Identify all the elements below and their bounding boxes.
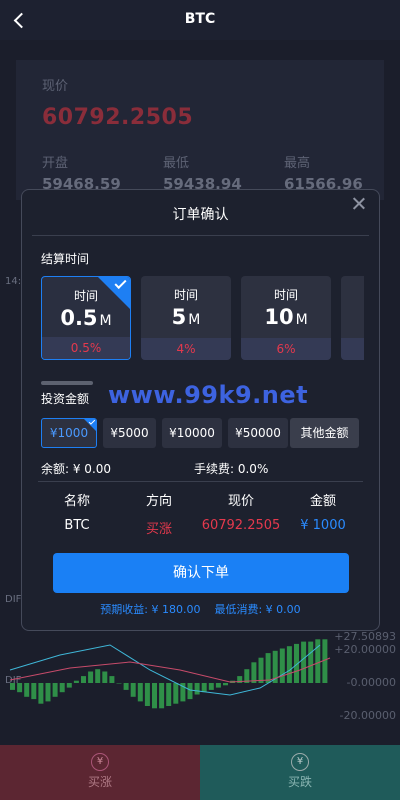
close-icon[interactable] [351, 196, 367, 212]
order-price: 60792.2505 [201, 518, 281, 533]
amount-5000-button[interactable]: ¥5000 [103, 418, 156, 448]
macd-bar [201, 683, 207, 693]
col-price-header: 现价 [227, 494, 254, 509]
high-stat: 最高 61566.96 [284, 152, 394, 193]
time-card-label: 时间 [273, 288, 298, 302]
col-name-header: 名称 [63, 494, 90, 509]
macd-bar [187, 683, 193, 700]
time-card-value: 5M [171, 305, 201, 329]
order-name: BTC [64, 518, 90, 533]
low-label: 最低 [163, 156, 190, 171]
time-card-rate: 6% [241, 338, 331, 360]
macd-bar [17, 683, 23, 693]
buy-up-button[interactable]: ¥ 买涨 [0, 745, 200, 800]
macd-bar [208, 683, 214, 690]
amount-label: 投资金额 [41, 392, 90, 406]
time-card-rate [341, 338, 364, 360]
currency-icon: ¥ [291, 753, 309, 771]
page-title: BTC [184, 11, 216, 27]
order-amount: ¥ 1000 [300, 518, 346, 533]
macd-bar [265, 653, 271, 683]
open-label: 开盘 [42, 156, 69, 171]
price-panel: 现价 60792.2505 开盘 59468.59 最低 59438.94 最高… [16, 60, 384, 200]
time-card-label: 时间 [173, 288, 198, 302]
macd-bar [38, 683, 44, 704]
time-card-value: 0.5 M [60, 306, 112, 330]
macd-bar [223, 683, 228, 686]
macd-bar [144, 683, 150, 706]
time-card-more[interactable] [341, 276, 364, 360]
buy-down-label: 买跌 [287, 775, 312, 789]
macd-bar [81, 676, 86, 683]
macd-bar [88, 671, 94, 683]
divider [32, 235, 369, 236]
currency-icon: ¥ [91, 753, 109, 771]
amount-50000-button[interactable]: ¥50000 [228, 418, 288, 448]
macd-bar [102, 671, 108, 683]
dialog-title: 订单确认 [172, 207, 229, 223]
confirm-order-button[interactable]: 确认下单 [53, 553, 349, 593]
macd-bar [109, 676, 115, 683]
macd-bar [215, 683, 221, 688]
fee-text: 手续费: 0.0% [194, 462, 269, 476]
macd-bar [116, 683, 122, 684]
scroll-indicator [41, 381, 93, 385]
col-amount-header: 金额 [309, 494, 336, 509]
macd-bar [31, 683, 37, 700]
min-spend: 最低消费: ¥ 0.00 [214, 603, 301, 616]
time-card-5m[interactable]: 时间 5M 4% [141, 276, 231, 360]
time-card-10m[interactable]: 时间 10 M 6% [241, 276, 331, 360]
time-card-rate: 0.5% [42, 337, 130, 359]
macd-bar [45, 683, 51, 702]
price-label: 现价 [42, 79, 69, 94]
amount-options: ¥1000 ¥5000 ¥10000 ¥50000 其他金额 [41, 418, 371, 448]
macd-bar [166, 683, 172, 706]
expected-income: 预期收益: ¥ 180.00 [100, 603, 201, 616]
macd-bar [159, 683, 165, 709]
buy-down-button[interactable]: ¥ 买跌 [200, 745, 400, 800]
low-stat: 最低 59438.94 [163, 152, 273, 193]
macd-bar [258, 657, 264, 683]
macd-bar [279, 648, 285, 683]
time-card-list[interactable]: 时间 0.5 M 0.5% 时间 5M 4% 时间 10 M 6% [41, 276, 364, 360]
macd-bar [251, 662, 257, 683]
header-bar: BTC [0, 0, 400, 40]
order-direction: 买涨 [145, 522, 172, 537]
macd-bar [308, 641, 314, 683]
macd-bar [73, 680, 79, 683]
time-card-value: 10 M [264, 305, 308, 329]
time-card-rate: 4% [141, 338, 231, 360]
macd-bar [301, 641, 307, 683]
other-amount-button[interactable]: 其他金额 [290, 418, 359, 448]
open-stat: 开盘 59468.59 [42, 152, 152, 193]
settle-time-label: 结算时间 [41, 252, 90, 266]
order-summary: 预期收益: ¥ 180.00 最低消费: ¥ 0.00 [22, 601, 379, 617]
divider [38, 481, 363, 482]
current-price: 60792.2505 [42, 105, 194, 130]
time-card-label: 时间 [73, 289, 98, 303]
macd-bar [152, 683, 157, 709]
macd-bar [286, 646, 292, 683]
macd-bar [10, 683, 15, 690]
watermark-text: www.99k9.net [108, 381, 309, 409]
time-card-0.5m[interactable]: 时间 0.5 M 0.5% [41, 276, 131, 360]
amount-1000-button[interactable]: ¥1000 [41, 418, 97, 448]
balance-text: 余额: ¥ 0.00 [41, 462, 112, 476]
macd-bar [66, 683, 72, 688]
macd-bar [173, 683, 179, 704]
macd-bar [123, 683, 129, 690]
bottom-bar: ¥ 买涨 ¥ 买跌 [0, 745, 400, 800]
macd-bar [130, 683, 136, 697]
macd-bar [137, 683, 143, 702]
col-direction-header: 方向 [145, 494, 172, 509]
macd-bar [52, 683, 58, 697]
high-label: 最高 [284, 156, 311, 171]
amount-10000-button[interactable]: ¥10000 [162, 418, 222, 448]
order-confirm-dialog: 订单确认 结算时间 时间 0.5 M 0.5% 时间 5M 4% 时间 10 M 6… [21, 189, 380, 631]
buy-up-label: 买涨 [87, 775, 112, 789]
macd-bar [59, 683, 65, 693]
macd-bar [194, 683, 200, 695]
macd-bar [95, 669, 101, 683]
macd-bar [24, 683, 30, 697]
